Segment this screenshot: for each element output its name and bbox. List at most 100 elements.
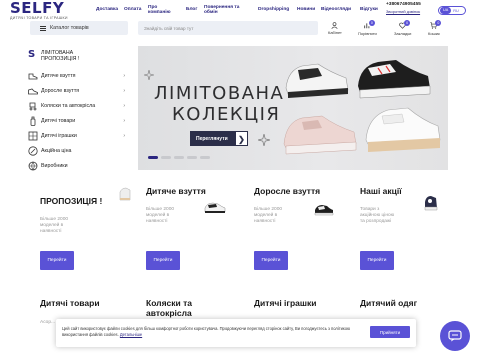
sidebar-item-kids-goods[interactable]: Дитячі товари › — [28, 113, 128, 128]
lang-ru[interactable]: RU — [451, 9, 458, 13]
sidebar-item-label: Коляски та автокрісла — [41, 102, 96, 109]
card-go-button[interactable]: Перейти — [146, 251, 180, 270]
user-icon — [331, 22, 338, 29]
nav-delivery-label[interactable]: Доставка — [96, 7, 118, 13]
chat-button[interactable] — [440, 321, 470, 351]
compare-count: 0 — [368, 20, 375, 26]
accept-cookies-button[interactable]: Прийняти — [370, 326, 410, 338]
card-description: Більше 2000 моделей в наявності — [146, 207, 175, 224]
nav-payment[interactable]: Оплата — [124, 0, 141, 20]
logo-text[interactable]: SELFY — [10, 1, 80, 16]
nav-dropshipping[interactable]: Dropshipping — [258, 0, 289, 20]
sidebar-item-kids-shoes[interactable]: Дитяче взуття › — [28, 68, 128, 83]
selfy-s-icon: S — [28, 49, 36, 60]
logo[interactable]: SELFY ДИТЯЧІ ТОВАРИ ТА ІГРАШКИ — [10, 1, 80, 21]
bookmarks-label: Закладки — [394, 31, 412, 36]
compare-label: Порівняти — [358, 31, 377, 36]
sidebar-item-label: Акційна ціна — [41, 147, 72, 154]
card-go-button[interactable]: Перейти — [360, 251, 394, 270]
sidebar-item-toys[interactable]: Дитячі іграшки › — [28, 128, 128, 143]
nav-about-label-2[interactable]: компанію — [148, 10, 171, 16]
nav-returns[interactable]: Повернення та обмін — [204, 0, 239, 20]
carousel-dot[interactable] — [200, 156, 210, 159]
sidebar-item-strollers[interactable]: Коляски та автокрісла › — [28, 98, 128, 113]
nav-payment-label[interactable]: Оплата — [124, 7, 141, 13]
card-title: Наші акції — [360, 186, 402, 196]
bookmarks-count: 0 — [404, 20, 411, 26]
card-title-line-1: Коляски та — [146, 298, 192, 308]
carousel-dot[interactable] — [187, 156, 197, 159]
bottle-icon — [28, 116, 38, 126]
card-title: Дитяче взуття — [146, 186, 206, 196]
sidebar-item-sale[interactable]: Акційна ціна — [28, 143, 128, 158]
bookmarks-button[interactable]: 0 Закладки — [394, 20, 412, 36]
nav-returns-label-2[interactable]: обмін — [204, 10, 218, 16]
sidebar-item-limited-offer[interactable]: S ЛІМІТОВАНА ПРОПОЗИЦІЯ ! — [28, 46, 128, 68]
compare-button[interactable]: 0 Порівняти — [358, 20, 377, 36]
kids-shoe-image — [119, 187, 131, 201]
cart-label: Кошик — [428, 31, 440, 36]
sparkle-icon — [144, 70, 154, 80]
sneakers-image — [283, 60, 441, 155]
card-promotions[interactable]: Наші акції Товари з акційною ціною та ро… — [360, 178, 444, 278]
stroller-icon — [28, 101, 38, 111]
sidebar-item-label: Виробники — [41, 162, 68, 169]
language-switcher[interactable]: UA RU — [438, 6, 466, 15]
cart-count: 0 — [435, 20, 442, 26]
card-description: Товари з акційною ціною та розпродажі — [360, 207, 395, 224]
nav-delivery[interactable]: Доставка — [96, 0, 118, 20]
card-go-button[interactable]: Перейти — [40, 251, 74, 270]
phone-number[interactable]: +380674905455 — [386, 2, 421, 7]
cookie-details-link[interactable]: Детальніше — [120, 332, 142, 337]
sidebar-item-adult-shoes[interactable]: Доросле взуття › — [28, 83, 128, 98]
chevron-right-icon: › — [123, 103, 125, 109]
carousel-dots — [148, 156, 210, 159]
cabinet-button[interactable]: Кабінет — [328, 22, 342, 35]
sidebar-item-label: Доросле взуття — [41, 87, 80, 94]
view-collection-button[interactable]: Переглянути ❯ — [190, 131, 248, 146]
sidebar-item-manufacturers[interactable]: Виробники — [28, 158, 128, 173]
card-go-button[interactable]: Перейти — [254, 251, 288, 270]
globe-icon — [28, 161, 38, 171]
nav-video-reviews[interactable]: Відеоогляди — [321, 0, 351, 20]
kids-shoe-icon — [28, 71, 38, 81]
nav-reviews[interactable]: Відгуки — [360, 0, 378, 20]
catalog-button-label: Каталог товарів — [50, 25, 89, 31]
callback-link[interactable]: Зворотний дзвінок — [386, 9, 420, 14]
pink-sneaker — [283, 115, 357, 155]
logo-tagline: ДИТЯЧІ ТОВАРИ ТА ІГРАШКИ — [10, 16, 68, 20]
card-title: Коляски та автокрісла — [146, 298, 192, 318]
white-sneaker — [285, 63, 349, 98]
black-sneaker — [358, 60, 431, 99]
card-adult-shoes[interactable]: Доросле взуття Більше 2000 моделей в ная… — [254, 178, 338, 278]
carousel-dot[interactable] — [148, 156, 158, 159]
nav-blog-label[interactable]: Блог — [186, 7, 197, 13]
sidebar-item-limited-offer-label: ЛІМІТОВАНА ПРОПОЗИЦІЯ ! — [41, 50, 79, 62]
nav-about[interactable]: Про компанію — [148, 0, 171, 20]
nav-news-label[interactable]: Новини — [297, 7, 315, 13]
lang-ua[interactable]: UA — [440, 7, 452, 14]
banner-title-line-1: ЛІМІТОВАНА — [154, 83, 285, 104]
bookmarks-icon-wrap: 0 — [399, 20, 411, 30]
catalog-button[interactable]: Каталог товарів — [30, 21, 128, 35]
sidebar-item-label: Дитячі іграшки — [41, 132, 77, 139]
nav-blog[interactable]: Блог — [186, 0, 197, 20]
hero-banner[interactable]: ЛІМІТОВАНА КОЛЕКЦІЯ Переглянути ❯ — [138, 46, 448, 170]
card-kids-shoes[interactable]: Дитяче взуття Більше 2000 моделей в наяв… — [146, 178, 230, 278]
nav-dropshipping-label[interactable]: Dropshipping — [258, 7, 289, 13]
arrow-right-icon: ❯ — [235, 131, 248, 146]
nav-news[interactable]: Новини — [297, 0, 315, 20]
sparkle-icon — [258, 134, 270, 146]
cookie-text: Цей сайт використовує файли cookies для … — [62, 326, 362, 338]
compare-icon-wrap: 0 — [364, 20, 375, 30]
cart-button[interactable]: 0 Кошик — [428, 20, 442, 36]
carousel-dot[interactable] — [161, 156, 171, 159]
cart-icon-wrap: 0 — [430, 20, 442, 30]
nav-video-reviews-label[interactable]: Відеоогляди — [321, 7, 351, 13]
nav-reviews-label[interactable]: Відгуки — [360, 7, 378, 13]
carousel-dot[interactable] — [174, 156, 184, 159]
search-input[interactable]: Знайдіть свій товар тут — [138, 21, 318, 35]
adult-shoe-icon — [28, 86, 38, 96]
card-limited-offer[interactable]: ПРОПОЗИЦІЯ ! Більше 2000 моделей в наявн… — [40, 186, 132, 278]
toy-icon — [28, 131, 38, 141]
